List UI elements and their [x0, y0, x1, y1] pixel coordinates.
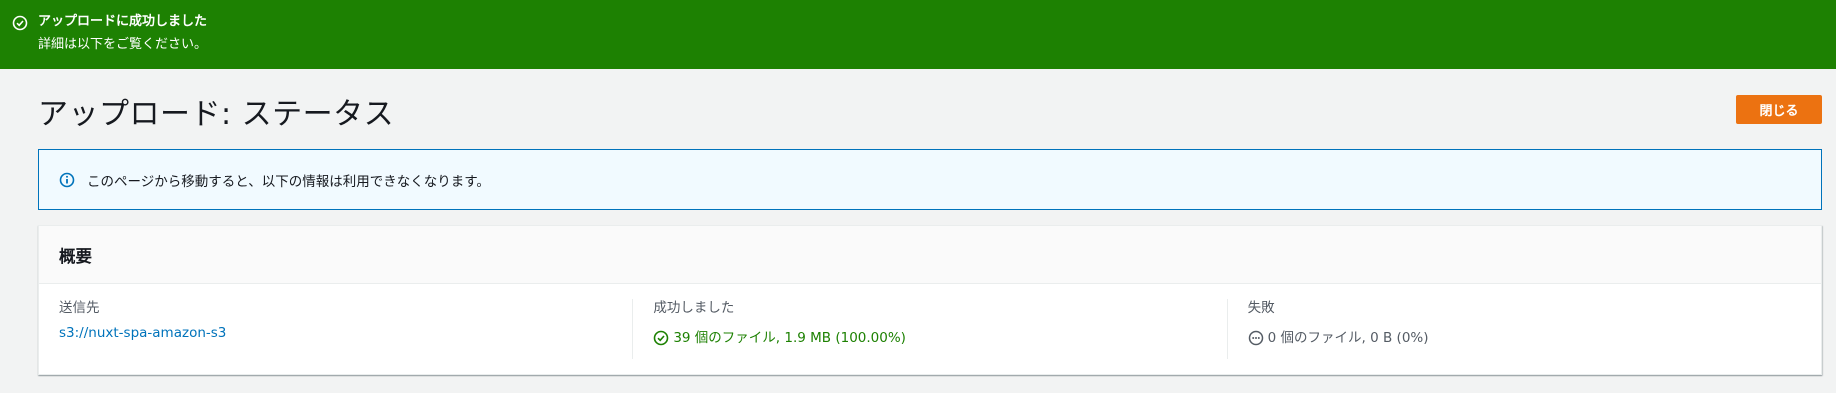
succeeded-value: 39 個のファイル, 1.9 MB (100.00%): [673, 330, 906, 346]
succeeded-value-row: 39 個のファイル, 1.9 MB (100.00%): [653, 329, 1226, 347]
summary-container: 概要 送信先 s3://nuxt-spa-amazon-s3 成功しました 39…: [38, 225, 1822, 375]
info-text: このページから移動すると、以下の情報は利用できなくなります。: [87, 173, 490, 190]
failed-value: 0 個のファイル, 0 B (0%): [1267, 330, 1429, 346]
success-flashbar: アップロードに成功しました 詳細は以下をご覧ください。: [0, 0, 1836, 69]
failed-column: 失敗 0 個のファイル, 0 B (0%): [1226, 299, 1821, 359]
failed-label: 失敗: [1247, 300, 1275, 316]
info-alert: このページから移動すると、以下の情報は利用できなくなります。: [38, 149, 1822, 210]
succeeded-label: 成功しました: [653, 300, 735, 316]
summary-columns: 送信先 s3://nuxt-spa-amazon-s3 成功しました 39 個の…: [39, 284, 1821, 359]
failed-value-row: 0 個のファイル, 0 B (0%): [1248, 329, 1821, 347]
info-icon: [59, 172, 75, 187]
succeeded-column: 成功しました 39 個のファイル, 1.9 MB (100.00%): [632, 299, 1226, 359]
flash-content: アップロードに成功しました 詳細は以下をご覧ください。: [38, 13, 207, 54]
close-button[interactable]: 閉じる: [1736, 95, 1822, 124]
check-circle-icon: [12, 15, 28, 31]
check-circle-icon: [654, 330, 669, 346]
flash-subtitle: 詳細は以下をご覧ください。: [38, 37, 208, 52]
summary-title: 概要: [39, 226, 1821, 284]
ellipsis-circle-icon: [1248, 330, 1263, 346]
destination-column: 送信先 s3://nuxt-spa-amazon-s3: [39, 299, 632, 359]
flash-title: アップロードに成功しました: [38, 14, 208, 29]
destination-label: 送信先: [59, 300, 100, 316]
page-title: アップロード: ステータス: [38, 97, 395, 132]
destination-link[interactable]: s3://nuxt-spa-amazon-s3: [59, 324, 226, 342]
page-header: アップロード: ステータス 閉じる: [0, 69, 1836, 149]
